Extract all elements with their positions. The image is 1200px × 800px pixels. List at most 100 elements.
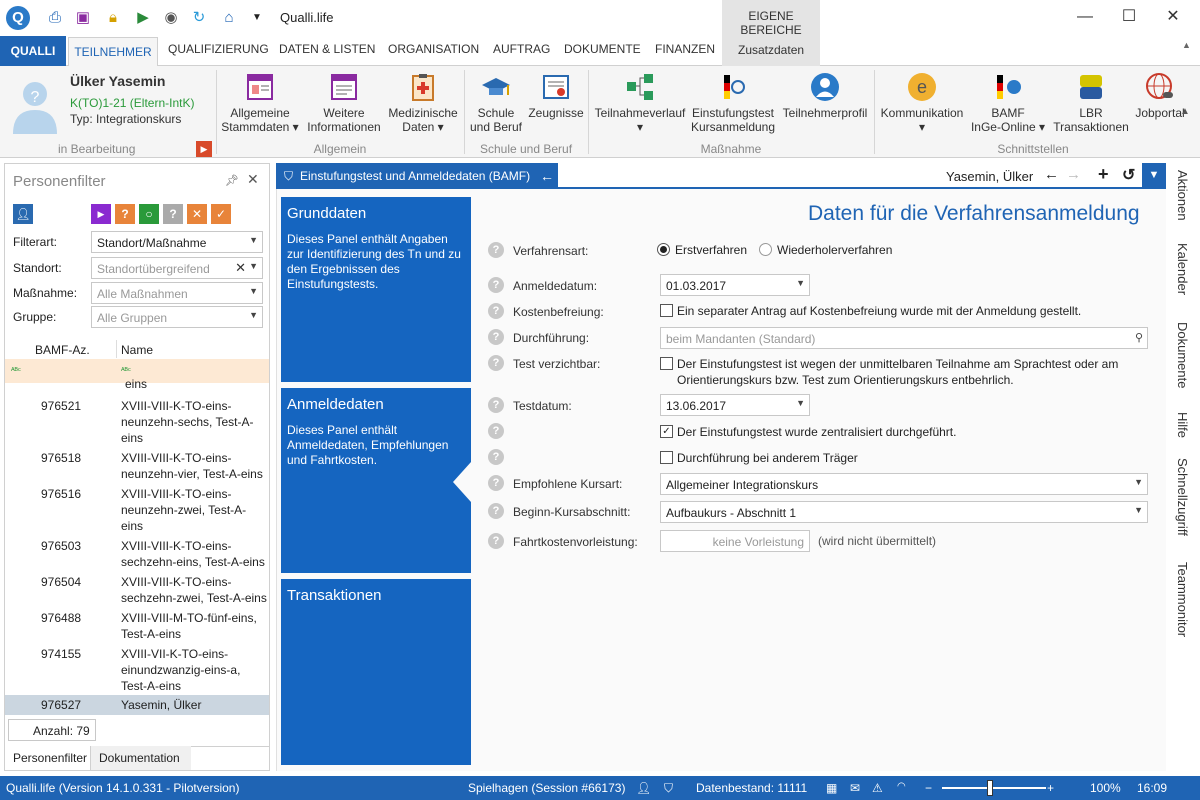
refresh-icon[interactable]: ↻: [190, 8, 208, 26]
teilnahmeverlauf-button[interactable]: Teilnahmeverlauf ▾: [590, 72, 690, 134]
help-icon[interactable]: ?: [488, 449, 504, 465]
app-logo-icon[interactable]: Q: [6, 6, 30, 30]
kostenbefreiung-checkbox[interactable]: [660, 304, 673, 317]
maximize-button[interactable]: ☐: [1114, 6, 1144, 30]
rail-dokumente[interactable]: Dokumente: [1175, 322, 1190, 388]
column-header-az[interactable]: BAMF-Az.: [35, 343, 90, 357]
calendar-icon[interactable]: ▦: [826, 781, 837, 795]
tab-organisation[interactable]: ORGANISATION: [388, 42, 479, 56]
undo-icon[interactable]: ↺: [1122, 165, 1135, 185]
list-item[interactable]: 976521 XVIII-VIII-K-TO-eins-neunzehn-sech…: [5, 398, 269, 450]
filter-x-icon[interactable]: ✕: [187, 204, 207, 224]
help-icon[interactable]: ?: [488, 303, 504, 319]
anmeldedatum-field[interactable]: 01.03.2017 ▼: [660, 274, 810, 296]
zentral-checkbox[interactable]: ✓: [660, 425, 673, 438]
help-icon[interactable]: ?: [488, 397, 504, 413]
help-icon[interactable]: ?: [488, 277, 504, 293]
filter-question-grey-icon[interactable]: ?: [163, 204, 183, 224]
minimize-button[interactable]: —: [1070, 6, 1100, 30]
help-icon[interactable]: ?: [488, 503, 504, 519]
help-icon[interactable]: ?: [488, 533, 504, 549]
bamf-inge-online-button[interactable]: BAMF InGe-Online ▾: [966, 72, 1050, 134]
kursart-select[interactable]: Allgemeiner Integrationskurs ▼: [660, 473, 1148, 495]
list-item[interactable]: 976518 XVIII-VIII-K-TO-eins-neunzehn-vier…: [5, 450, 269, 486]
kommunikation-button[interactable]: e Kommunikation ▾: [876, 72, 968, 134]
ribbon-scroll-up-icon[interactable]: ▲: [1182, 40, 1191, 50]
list-item[interactable]: 976516 XVIII-VIII-K-TO-eins-neunzehn-zwei…: [5, 486, 269, 538]
erstverfahren-radio[interactable]: [657, 243, 670, 256]
massnahme-select[interactable]: Alle Maßnahmen ▼: [91, 282, 263, 304]
standort-select[interactable]: Standortübergreifend ✕ ▼: [91, 257, 263, 279]
warning-icon[interactable]: ⚠: [872, 781, 883, 795]
clear-icon[interactable]: ✕: [235, 260, 246, 276]
wiederholer-radio[interactable]: [759, 243, 772, 256]
filter-question-icon[interactable]: ?: [115, 204, 135, 224]
help-icon[interactable]: ?: [488, 475, 504, 491]
rail-aktionen[interactable]: Aktionen: [1175, 170, 1190, 221]
help-icon[interactable]: ?: [488, 355, 504, 371]
durchfuehrung-field[interactable]: beim Mandanten (Standard) ⚲: [660, 327, 1148, 349]
list-item[interactable]: 976488 XVIII-VIII-M-TO-fünf-eins, Test-A-…: [5, 610, 269, 646]
column-header-name[interactable]: Name: [121, 343, 153, 357]
abc-filter-icon[interactable]: ᴬᴮᶜ: [11, 366, 21, 375]
tab-finanzen[interactable]: FINANZEN: [655, 42, 715, 56]
fahrtkosten-field[interactable]: keine Vorleistung: [660, 530, 810, 552]
person-expand-icon[interactable]: ▶: [196, 141, 212, 157]
zoom-slider[interactable]: [942, 787, 1046, 789]
filter-play-icon[interactable]: ▶: [91, 204, 111, 224]
teilnehmerprofil-button[interactable]: Teilnehmerprofil: [778, 72, 872, 120]
tab-personenfilter[interactable]: Personenfilter: [5, 746, 91, 770]
anderer-traeger-checkbox[interactable]: [660, 451, 673, 464]
mail-icon[interactable]: ✉: [850, 781, 860, 795]
search-icon[interactable]: ⚲: [1135, 331, 1143, 344]
save-icon[interactable]: ▣: [74, 8, 92, 26]
print-icon[interactable]: ⎙: [46, 8, 64, 26]
ribbon-collapse-icon[interactable]: ▲: [1180, 106, 1190, 117]
gruppe-select[interactable]: Alle Gruppen ▼: [91, 306, 263, 328]
zoom-slider-thumb[interactable]: [987, 780, 993, 796]
tab-qualli[interactable]: QUALLI: [0, 36, 66, 66]
zoom-out-icon[interactable]: −: [925, 781, 932, 795]
tab-zusatzdaten-label[interactable]: Zusatzdaten: [738, 43, 804, 57]
abc-filter-icon[interactable]: ᴬᴮᶜ: [121, 366, 131, 375]
person-filter-icon[interactable]: 👤︎: [13, 204, 33, 224]
panel-transaktionen[interactable]: Transaktionen: [281, 579, 471, 765]
help-icon[interactable]: ?: [488, 423, 504, 439]
list-item[interactable]: 974155 XVIII-VII-K-TO-eins-einundzwanzig-…: [5, 646, 269, 698]
pin-icon[interactable]: 📌︎: [225, 174, 239, 187]
tab-teilnehmer[interactable]: TEILNEHMER: [68, 37, 158, 67]
weitere-informationen-button[interactable]: Weitere Informationen: [302, 72, 386, 134]
rail-teammonitor[interactable]: Teammonitor: [1175, 562, 1190, 637]
list-item[interactable]: 976503 XVIII-VIII-K-TO-eins-sechzehn-eins…: [5, 538, 269, 574]
play-doc-icon[interactable]: ▶: [134, 8, 152, 26]
document-tab[interactable]: ⛉ Einstufungstest und Anmeldedaten (BAMF…: [276, 163, 558, 189]
qat-dropdown-icon[interactable]: ▼: [248, 8, 266, 26]
rail-schnellzugriff[interactable]: Schnellzugriff: [1175, 458, 1190, 536]
help-icon[interactable]: ?: [488, 242, 504, 258]
back-arrow-icon[interactable]: ←: [540, 163, 554, 189]
lbr-transaktionen-button[interactable]: LBR Transaktionen: [1050, 72, 1132, 134]
tab-dokumente[interactable]: DOKUMENTE: [564, 42, 641, 56]
user-icon[interactable]: 👤︎: [636, 781, 651, 795]
tab-daten-listen[interactable]: DATEN & LISTEN: [279, 42, 375, 56]
add-icon[interactable]: +: [1098, 164, 1109, 185]
zeugnisse-button[interactable]: Zeugnisse: [526, 72, 586, 120]
testdatum-field[interactable]: 13.06.2017 ▼: [660, 394, 810, 416]
einstufungstest-kursanmeldung-button[interactable]: Einstufungstest Kursanmeldung: [688, 72, 778, 134]
wifi-icon[interactable]: ◠: [897, 781, 906, 792]
abschnitt-select[interactable]: Aufbaukurs - Abschnitt 1 ▼: [660, 501, 1148, 523]
filter-check-icon[interactable]: ✓: [211, 204, 231, 224]
verzichtbar-checkbox[interactable]: [660, 357, 673, 370]
home-icon[interactable]: ⌂: [220, 8, 238, 26]
lock-icon[interactable]: 🔒︎: [104, 8, 122, 26]
filter-circle-icon[interactable]: ○: [139, 204, 159, 224]
rail-hilfe[interactable]: Hilfe: [1175, 412, 1190, 438]
tab-dokumentation[interactable]: Dokumentation: [91, 746, 191, 770]
list-item-selected[interactable]: 976527 Yasemin, Ülker: [5, 695, 269, 715]
panel-close-icon[interactable]: ✕: [247, 171, 259, 188]
medizinische-daten-button[interactable]: Medizinische Daten ▾: [386, 72, 460, 134]
tab-auftrag[interactable]: AUFTRAG: [493, 42, 550, 56]
next-arrow-icon[interactable]: →: [1066, 166, 1081, 183]
zoom-in-icon[interactable]: +: [1047, 781, 1054, 795]
menu-dropdown-icon[interactable]: ▼: [1142, 163, 1166, 187]
